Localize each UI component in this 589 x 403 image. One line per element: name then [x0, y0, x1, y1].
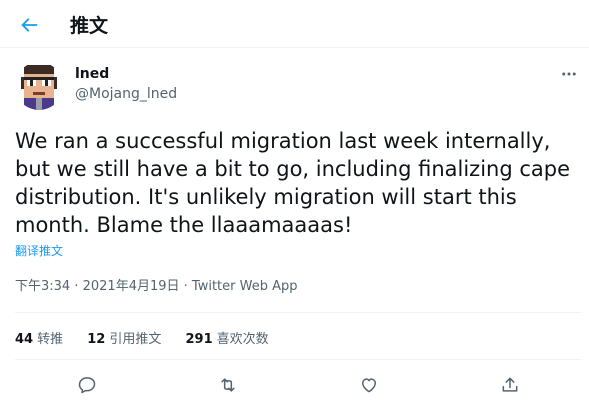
retweet-icon [221, 378, 235, 392]
like-stat[interactable]: 291 喜欢次数 [186, 328, 269, 347]
page-title: 推文 [70, 15, 109, 37]
like-label: 喜欢次数 [216, 332, 269, 347]
retweet-button[interactable] [211, 368, 245, 402]
like-button[interactable] [352, 368, 386, 402]
author-handle[interactable]: @Mojang_lned [75, 86, 177, 102]
translate-link[interactable]: 翻译推文 [15, 242, 63, 259]
retweet-label: 转推 [37, 332, 64, 347]
meta-separator: · [70, 279, 83, 294]
tweet-meta: 下午3:34 · 2021年4月19日 · Twitter Web App [15, 275, 298, 294]
back-button[interactable] [12, 8, 46, 42]
quote-label: 引用推文 [109, 332, 162, 347]
retweet-stat[interactable]: 44 转推 [15, 328, 63, 347]
tweet-time[interactable]: 下午3:34 [15, 279, 70, 294]
divider [15, 312, 581, 313]
reply-button[interactable] [70, 368, 104, 402]
share-icon [502, 377, 518, 392]
more-icon [562, 72, 576, 76]
reply-icon [78, 377, 96, 394]
tweet-source[interactable]: Twitter Web App [192, 279, 298, 294]
avatar[interactable] [15, 62, 63, 110]
tweet-date[interactable]: 2021年4月19日 [83, 279, 180, 294]
like-icon [362, 378, 376, 393]
tweet-actions [15, 368, 581, 402]
share-button[interactable] [493, 368, 527, 402]
tweet-text: We ran a successful migration last week … [15, 129, 571, 237]
quote-stat[interactable]: 12 引用推文 [87, 328, 161, 347]
like-count: 291 [185, 332, 213, 347]
tweet-stats: 44 转推 12 引用推文 291 喜欢次数 [15, 328, 289, 347]
retweet-count: 44 [15, 332, 34, 347]
page-header: 推文 [0, 0, 589, 48]
more-button[interactable] [557, 64, 581, 84]
divider [15, 359, 581, 360]
arrow-left-icon [21, 18, 38, 32]
pixel-avatar-image [15, 62, 63, 110]
author-name[interactable]: lned [75, 66, 109, 82]
meta-separator-2: · [179, 279, 192, 294]
tweet-author: lned @Mojang_lned [15, 60, 581, 115]
quote-count: 12 [87, 332, 106, 347]
